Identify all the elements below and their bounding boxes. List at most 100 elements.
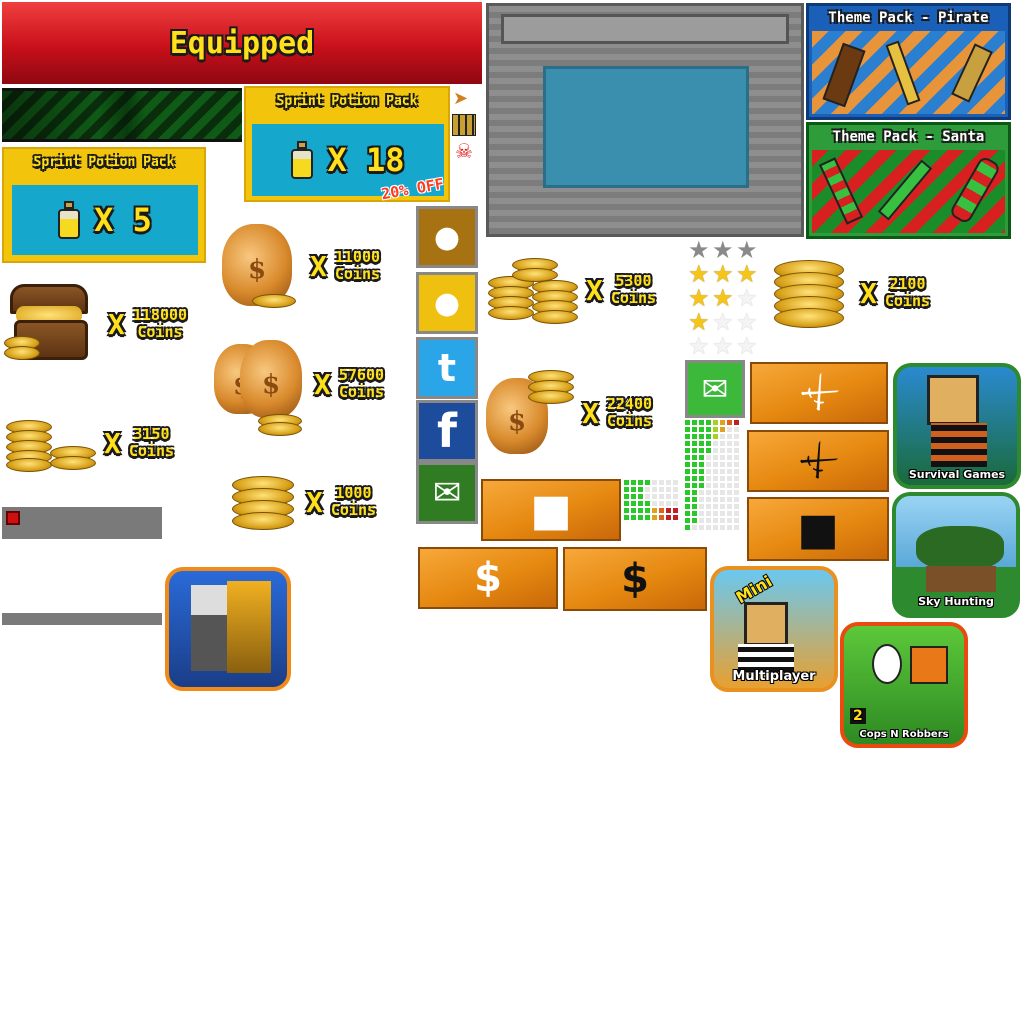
signal-bar-segment (720, 490, 725, 495)
signal-bar-segment (713, 469, 718, 474)
tshirt-icon: ■ (797, 503, 839, 555)
signal-bar-segment (727, 476, 732, 481)
facebook-button[interactable]: f (416, 400, 478, 462)
coin-stack-icon (488, 256, 578, 324)
signal-bar-segment (645, 515, 650, 520)
signal-bar-segment (734, 497, 739, 502)
signal-bar-segment (699, 518, 704, 523)
signal-bar-segment (720, 497, 725, 502)
star-empty-icon: ★ (736, 308, 758, 336)
potion-bottle-icon (291, 141, 314, 179)
sword-shop-button-white[interactable]: ⚔ (750, 362, 888, 424)
coin-offer-2100[interactable]: X 2100 Coins (768, 256, 930, 330)
coin-amount: 118000 Coins (132, 306, 188, 341)
skull-icon: ☠ (455, 139, 473, 163)
signal-bar-segment (624, 487, 629, 492)
ammo-icon (452, 114, 476, 136)
signal-bar-segment (652, 501, 657, 506)
coin-stack-icon (4, 412, 96, 474)
coin-bag-icon: $ (482, 364, 574, 462)
twitter-button[interactable]: t (416, 337, 478, 399)
signal-bar-segment (720, 483, 725, 488)
signal-bar-segment (720, 434, 725, 439)
mail-button-bright[interactable]: ✉ (685, 360, 745, 418)
signal-bar-segment (692, 448, 697, 453)
app-icon-sky-hunting[interactable]: Sky Hunting (892, 492, 1020, 618)
signal-bar-segment (685, 476, 690, 481)
signal-bar-segment (652, 508, 657, 513)
signal-bar-segment (685, 441, 690, 446)
signal-bar-segment (624, 480, 629, 485)
shirt-shop-button-black[interactable]: ■ (747, 497, 889, 561)
coin-amount: 1000 Coins (330, 484, 377, 519)
signal-bar-segment (645, 480, 650, 485)
mail-button[interactable]: ✉ (416, 462, 478, 524)
sword-shop-button-black[interactable]: ⚔ (747, 430, 889, 492)
coin-offer-118000[interactable]: X 118000 Coins (4, 280, 187, 368)
signal-bar-segment (692, 525, 697, 530)
gamepad-button[interactable]: ● (416, 272, 478, 334)
potion-pack-small[interactable]: Sprint Potion Pack X 5 (2, 147, 206, 263)
signal-bar-segment (713, 525, 718, 530)
app-icon-soldiers[interactable] (165, 567, 291, 691)
coin-amount: 5300 Coins (610, 272, 657, 307)
star-empty-icon: ★ (688, 332, 710, 360)
theme-pack-santa[interactable]: Theme Pack - Santa (806, 122, 1011, 239)
signal-bar-segment (727, 504, 732, 509)
signal-bar-segment (699, 490, 704, 495)
signal-bar-segment (706, 427, 711, 432)
coin-offer-1000[interactable]: X 1000 Coins (230, 470, 376, 534)
signal-bar-segment (666, 494, 671, 499)
signal-bar-segment (692, 462, 697, 467)
app-icon-mini-multiplayer[interactable]: Mini Multiplayer (710, 566, 838, 692)
signal-bar-segment (673, 480, 678, 485)
signal-bar-segment (685, 490, 690, 495)
star-filled-icon: ★ (712, 260, 734, 288)
signal-bar-segment (659, 480, 664, 485)
signal-bar-segment (631, 487, 636, 492)
theme-pack-pirate[interactable]: Theme Pack - Pirate (806, 3, 1011, 120)
signal-bar-segment (692, 511, 697, 516)
signal-bar-segment (699, 511, 704, 516)
signal-bar-segment (713, 455, 718, 460)
star-ratings: ★ ★ ★ ★ ★ ★ ★ ★ ★ ★ ★ ★ ★ ★ ★ (688, 238, 760, 358)
coin-offer-11000[interactable]: $ X 11000 Coins (218, 218, 380, 314)
multiply-sign: X (108, 307, 125, 341)
dollar-button-white[interactable]: $ (418, 547, 558, 609)
signal-bar-segment (645, 494, 650, 499)
coin-offer-22400[interactable]: $ X 22400 Coins (482, 364, 652, 462)
theme-pack-title: Theme Pack - Pirate (828, 10, 989, 26)
gamepad-button-dark[interactable]: ● (416, 206, 478, 268)
potion-pack-large[interactable]: Sprint Potion Pack X 18 20% OFF (244, 86, 450, 203)
signal-bar-segment (734, 483, 739, 488)
app-icon-cops-n-robbers[interactable]: 2 Cops N Robbers (840, 622, 968, 748)
signal-bar-segment (666, 515, 671, 520)
coin-offer-5300[interactable]: X 5300 Coins (488, 256, 656, 324)
signal-bar-segment (699, 476, 704, 481)
shirt-shop-button[interactable]: ■ (481, 479, 621, 541)
dollar-button-black[interactable]: $ (563, 547, 707, 611)
signal-bar-segment (713, 511, 718, 516)
signal-bar-segment (734, 511, 739, 516)
close-icon[interactable] (6, 511, 20, 525)
signal-bar-segment (659, 508, 664, 513)
signal-bar-segment (692, 441, 697, 446)
signal-bar-segment (706, 469, 711, 474)
coin-offer-3150[interactable]: X 3150 Coins (4, 412, 174, 474)
multiply-sign: X (104, 426, 121, 460)
signal-bar-segment (713, 462, 718, 467)
signal-bar-segment (706, 497, 711, 502)
coin-offer-57600[interactable]: $ $ X 57600Coins (210, 332, 384, 436)
signal-bar-segment (685, 462, 690, 467)
multiply-sign: X (586, 273, 603, 307)
signal-bar-segment (673, 508, 678, 513)
signal-bar-segment (720, 511, 725, 516)
signal-bar-segment (734, 525, 739, 530)
signal-bar-segment (685, 469, 690, 474)
signal-bar-segment (720, 455, 725, 460)
signal-bar-segment (734, 518, 739, 523)
signal-bar-segment (720, 525, 725, 530)
signal-bar-segment (685, 448, 690, 453)
mail-icon: ✉ (701, 370, 729, 408)
app-icon-survival-games[interactable]: Survival Games (893, 363, 1021, 489)
